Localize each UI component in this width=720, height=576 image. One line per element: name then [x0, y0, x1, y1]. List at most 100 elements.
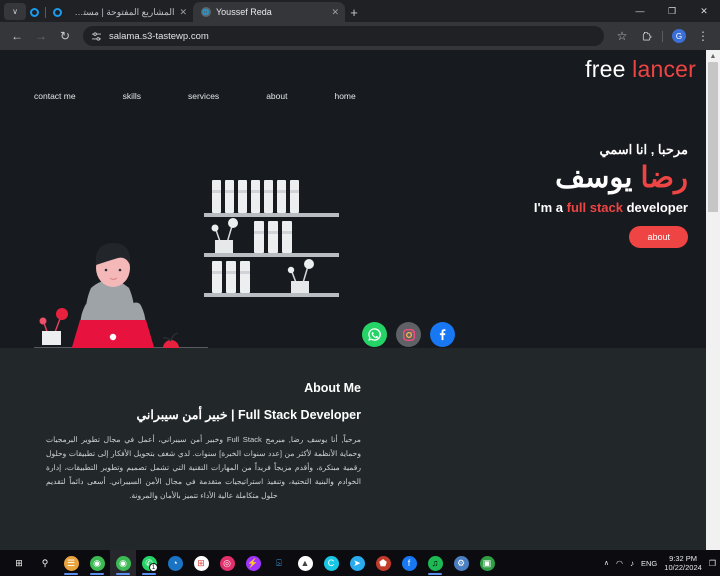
- volume-icon[interactable]: ♪: [630, 559, 634, 568]
- about-subtitle: Full Stack Developer | خبير أمن سيبراني: [136, 408, 362, 422]
- taskbar-item-monitor-app[interactable]: ▣: [474, 550, 500, 576]
- taskbar-active-underline: [116, 573, 130, 575]
- hero-role-prefix: I'm a: [533, 200, 567, 216]
- hero-greeting: مرحبا , انا اسمي: [599, 142, 688, 157]
- tab-title: Youssef Reda: [216, 7, 272, 17]
- taskbar-item-instagram[interactable]: ◎: [214, 550, 240, 576]
- whatsapp-icon[interactable]: [362, 322, 387, 347]
- page-scrollbar[interactable]: ▲: [706, 50, 720, 550]
- taskbar-item-canva[interactable]: C: [318, 550, 344, 576]
- about-text-block: About Me Full Stack Developer | خبير أمن…: [46, 381, 361, 503]
- tab-strip: ∨ المشاريع المفتوحة | مستقل ✕ 🌐 Youssef …: [0, 0, 720, 22]
- scrollbar-thumb[interactable]: [708, 62, 718, 212]
- taskbar-item-facebook[interactable]: f: [396, 550, 422, 576]
- hero-about-button[interactable]: about: [629, 226, 688, 249]
- avatar: G: [672, 29, 686, 43]
- file-explorer-icon: ☰: [63, 555, 79, 571]
- back-button[interactable]: ←: [6, 25, 28, 47]
- extensions-button[interactable]: [635, 25, 657, 47]
- instagram-icon[interactable]: [396, 322, 421, 347]
- taskbar-item-file-explorer[interactable]: ☰: [58, 550, 84, 576]
- facebook-icon[interactable]: [430, 322, 455, 347]
- profile-indicator-1[interactable]: [26, 2, 42, 22]
- toolbar-right: ☆ G ⋮: [611, 25, 714, 47]
- clock[interactable]: 9:32 PM 10/22/2024: [664, 554, 702, 573]
- search-icon: ⚲: [41, 557, 49, 568]
- close-icon[interactable]: ✕: [179, 7, 187, 17]
- main-navigation: contact me skills services about home: [34, 91, 356, 101]
- taskbar-item-spotify[interactable]: ♫: [422, 550, 448, 576]
- maximize-button[interactable]: ❐: [656, 0, 688, 22]
- notification-center-icon[interactable]: ❐: [709, 559, 716, 568]
- taskbar-item-car-app[interactable]: ⬟: [370, 550, 396, 576]
- more-vertical-icon: ⋮: [697, 29, 709, 43]
- brave-icon: ▲: [297, 555, 313, 571]
- hero-role-highlight: full stack: [566, 200, 623, 216]
- chrome-menu-button[interactable]: ⋮: [692, 25, 714, 47]
- about-body: مرحباً, أنا يوسف رضا, مبرمج Full Stack و…: [46, 435, 361, 501]
- social-links: [362, 322, 455, 347]
- taskbar-item-chrome-2[interactable]: ◉: [110, 550, 136, 576]
- taskbar-item-settings-app[interactable]: ⚙: [448, 550, 474, 576]
- profile-indicator-2[interactable]: [49, 2, 65, 22]
- nav-link-services[interactable]: services: [188, 91, 219, 101]
- website-page: free lancer contact me skills services a…: [0, 50, 706, 550]
- reload-button[interactable]: ↻: [54, 25, 76, 47]
- hero-section: free lancer contact me skills services a…: [0, 50, 706, 375]
- close-icon[interactable]: ✕: [331, 7, 339, 17]
- chrome-2-icon: ◉: [115, 555, 131, 571]
- tray-expand-chevron-icon[interactable]: ∧: [604, 559, 609, 567]
- taskbar-item-messenger[interactable]: ⚡: [240, 550, 266, 576]
- car-app-icon: ⬟: [375, 555, 391, 571]
- site-logo[interactable]: free lancer: [585, 56, 696, 83]
- new-tab-button[interactable]: +: [345, 2, 363, 22]
- instagram-icon: ◎: [219, 555, 235, 571]
- hero-name-first: يوسف: [555, 162, 633, 194]
- taskbar-item-whatsapp[interactable]: ✆ 1: [136, 550, 162, 576]
- vscode-icon: ⍄: [276, 557, 282, 568]
- taskbar-item-edge[interactable]: ◔: [162, 550, 188, 576]
- taskbar-item-telegram[interactable]: ➤: [344, 550, 370, 576]
- minimize-button[interactable]: —: [624, 0, 656, 22]
- bookmark-star-button[interactable]: ☆: [611, 25, 633, 47]
- about-section: About Me Full Stack Developer | خبير أمن…: [0, 348, 706, 550]
- forward-button[interactable]: →: [30, 25, 52, 47]
- monitor-app-icon: ▣: [479, 555, 495, 571]
- network-icon[interactable]: ◠: [616, 559, 623, 568]
- scroll-up-arrow-icon[interactable]: ▲: [706, 50, 720, 62]
- facebook-icon: f: [401, 555, 417, 571]
- taskbar-icon-list: ⊞ ⚲ ☰ ◉ ◉ ✆ 1 ◔ ⊞ ◎ ⚡ ⍄ ▲ C ➤ ⬟ f ♫ ⚙ ▣: [0, 550, 500, 576]
- tab-youssef-reda[interactable]: 🌐 Youssef Reda ✕: [193, 2, 345, 22]
- star-icon: ☆: [616, 29, 628, 43]
- close-button[interactable]: ✕: [688, 0, 720, 22]
- back-arrow-icon: ←: [11, 29, 23, 43]
- telegram-icon: ➤: [349, 555, 365, 571]
- tab-mostaql[interactable]: المشاريع المفتوحة | مستقل ✕: [65, 2, 193, 22]
- browser-toolbar: ← → ↻ salama.s3-tastewp.com ☆ G ⋮: [0, 22, 720, 50]
- about-title: About Me: [304, 381, 361, 395]
- forward-arrow-icon: →: [35, 29, 47, 43]
- nav-link-about[interactable]: about: [266, 91, 287, 101]
- instagram-glyph: [402, 328, 415, 341]
- logo-first: free: [585, 56, 626, 82]
- hero-name: رضا يوسف: [534, 163, 688, 193]
- taskbar-item-brave[interactable]: ▲: [292, 550, 318, 576]
- taskbar-item-chrome[interactable]: ◉: [84, 550, 110, 576]
- taskbar-item-vscode[interactable]: ⍄: [266, 550, 292, 576]
- taskbar-item-start[interactable]: ⊞: [6, 550, 32, 576]
- nav-link-skills[interactable]: skills: [123, 91, 141, 101]
- tab-search-chevron-icon[interactable]: ∨: [4, 3, 26, 20]
- address-bar[interactable]: salama.s3-tastewp.com: [83, 26, 604, 46]
- taskbar-item-microsoft-store[interactable]: ⊞: [188, 550, 214, 576]
- chevron-down-icon: ∨: [12, 6, 18, 16]
- url-text: salama.s3-tastewp.com: [109, 30, 209, 42]
- windows-taskbar: ⊞ ⚲ ☰ ◉ ◉ ✆ 1 ◔ ⊞ ◎ ⚡ ⍄ ▲ C ➤ ⬟ f ♫ ⚙ ▣ ∧ ◠ ♪ ENG 9:32 PM 1…: [0, 550, 720, 576]
- nav-link-home[interactable]: home: [334, 91, 355, 101]
- profile-button[interactable]: G: [668, 25, 690, 47]
- language-indicator[interactable]: ENG: [641, 559, 657, 568]
- taskbar-active-underline: [142, 573, 156, 575]
- tune-icon[interactable]: [91, 31, 102, 42]
- taskbar-item-search[interactable]: ⚲: [32, 550, 58, 576]
- nav-link-contact-me[interactable]: contact me: [34, 91, 76, 101]
- clock-time: 9:32 PM: [669, 553, 698, 563]
